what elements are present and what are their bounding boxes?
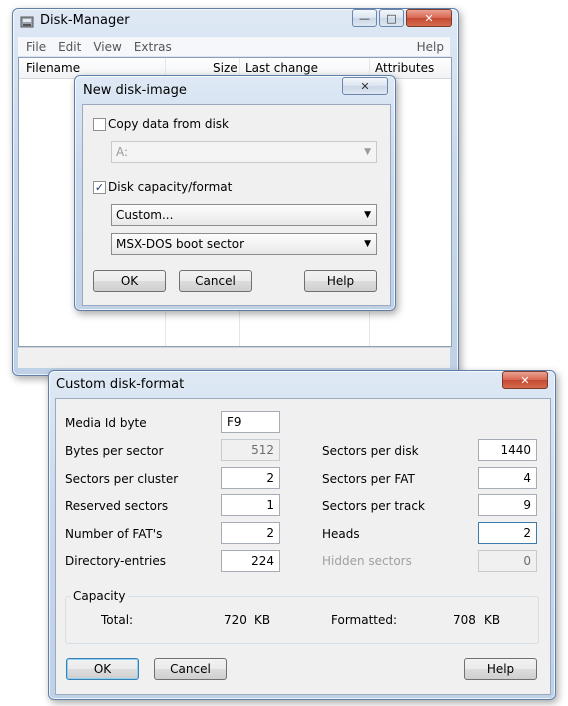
total-label: Total: (101, 613, 134, 627)
sectors-per-track-label: Sectors per track (322, 499, 425, 513)
close-icon: ✕ (520, 373, 530, 387)
hidden-sectors-label: Hidden sectors (322, 554, 412, 568)
drive-select-value: A: (116, 145, 129, 159)
custom-format-cancel-button[interactable]: Cancel (154, 658, 227, 680)
total-value: 720 (224, 613, 247, 627)
status-bar (18, 347, 450, 368)
directory-entries-label: Directory-entries (65, 554, 167, 568)
bytes-per-sector-field: 512 (221, 439, 280, 461)
new-disk-help-button[interactable]: Help (304, 270, 377, 292)
custom-format-help-button[interactable]: Help (464, 658, 537, 680)
heads-label: Heads (322, 527, 360, 541)
custom-format-dialog-body (55, 398, 551, 695)
ok-label: OK (120, 274, 139, 288)
menu-file[interactable]: File (18, 40, 46, 54)
heads-field[interactable]: 2 (478, 522, 537, 544)
formatted-unit: KB (484, 613, 501, 627)
app-icon (20, 14, 36, 30)
menu-extras[interactable]: Extras (126, 40, 172, 54)
capacity-format-checkbox[interactable]: ✓ (93, 181, 106, 194)
new-disk-ok-button[interactable]: OK (93, 270, 166, 292)
cancel-label: Cancel (170, 662, 211, 676)
copy-from-disk-label[interactable]: Copy data from disk (108, 117, 229, 131)
reserved-sectors-label: Reserved sectors (65, 499, 169, 513)
close-icon: ✕ (360, 79, 370, 93)
media-id-label: Media Id byte (65, 416, 147, 430)
help-label: Help (486, 662, 515, 676)
sectors-per-disk-label: Sectors per disk (322, 444, 419, 458)
help-label: Help (326, 274, 355, 288)
number-of-fats-field[interactable]: 2 (221, 522, 280, 544)
custom-format-ok-button[interactable]: OK (66, 658, 139, 680)
cancel-label: Cancel (195, 274, 236, 288)
dropdown-arrow-icon: ▼ (364, 210, 371, 220)
dropdown-arrow-icon: ▼ (364, 147, 371, 157)
bootsector-select[interactable]: MSX-DOS boot sector ▼ (111, 233, 377, 255)
column-filename[interactable]: Filename (26, 58, 80, 78)
maximize-button[interactable]: □ (379, 9, 404, 27)
maximize-icon: □ (386, 11, 397, 25)
new-disk-close-button[interactable]: ✕ (342, 77, 388, 95)
menu-bar: File Edit View Extras Help (18, 37, 450, 56)
capacity-format-label[interactable]: Disk capacity/format (108, 180, 232, 194)
custom-format-title: Custom disk-format (56, 377, 185, 392)
format-select[interactable]: Custom... ▼ (111, 204, 377, 226)
directory-entries-field[interactable]: 224 (221, 550, 280, 572)
sectors-per-fat-label: Sectors per FAT (322, 472, 415, 486)
bootsector-select-value: MSX-DOS boot sector (116, 237, 245, 251)
reserved-sectors-field[interactable]: 1 (221, 494, 280, 516)
sectors-per-track-field[interactable]: 9 (478, 494, 537, 516)
sectors-per-cluster-field[interactable]: 2 (221, 467, 280, 489)
drive-select: A: ▼ (111, 141, 377, 163)
sectors-per-fat-field[interactable]: 4 (478, 467, 537, 489)
format-select-value: Custom... (116, 208, 174, 222)
menu-edit[interactable]: Edit (50, 40, 81, 54)
menu-view[interactable]: View (85, 40, 121, 54)
media-id-field[interactable]: F9 (221, 411, 280, 433)
close-button[interactable]: ✕ (406, 9, 452, 27)
formatted-label: Formatted: (331, 613, 398, 627)
dropdown-arrow-icon: ▼ (364, 239, 371, 249)
main-window-title: Disk-Manager (40, 13, 130, 28)
hidden-sectors-field: 0 (478, 550, 537, 572)
copy-from-disk-checkbox[interactable] (93, 118, 106, 131)
new-disk-dialog-title: New disk-image (83, 83, 187, 98)
sectors-per-cluster-label: Sectors per cluster (65, 472, 179, 486)
sectors-per-disk-field[interactable]: 1440 (478, 439, 537, 461)
formatted-value: 708 (453, 613, 476, 627)
menu-help[interactable]: Help (417, 40, 444, 54)
total-unit: KB (254, 613, 271, 627)
new-disk-cancel-button[interactable]: Cancel (179, 270, 252, 292)
ok-label: OK (93, 662, 112, 676)
close-icon: ✕ (424, 11, 434, 25)
minimize-button[interactable]: — (352, 9, 377, 27)
number-of-fats-label: Number of FAT's (65, 527, 163, 541)
bytes-per-sector-label: Bytes per sector (65, 444, 164, 458)
minimize-icon: — (359, 11, 370, 25)
custom-format-close-button[interactable]: ✕ (502, 371, 548, 389)
checkmark-icon: ✓ (94, 181, 105, 194)
capacity-group-title: Capacity (70, 589, 129, 603)
